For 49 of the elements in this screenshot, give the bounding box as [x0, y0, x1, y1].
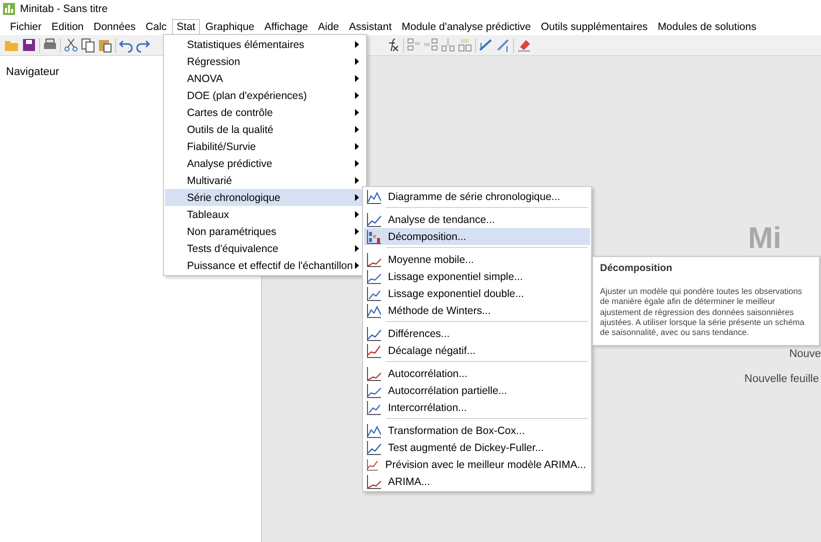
menu-item[interactable]: Calc	[140, 18, 172, 34]
menu-item[interactable]: Transformation de Box-Cox...	[364, 422, 590, 439]
menu-item[interactable]: Tableaux	[165, 206, 365, 223]
menu-item[interactable]: Stat	[172, 18, 200, 34]
menu-item[interactable]: DOE (plan d'expériences)	[165, 87, 365, 104]
menu-item[interactable]: Graphique	[200, 18, 260, 34]
menu-item[interactable]: Modules de solutions	[652, 18, 762, 34]
menu-item[interactable]: Décomposition...	[364, 228, 590, 245]
menu-item[interactable]: Prévision avec le meilleur modèle ARIMA...	[364, 456, 590, 473]
menu-item[interactable]: Outils de la qualité	[165, 121, 365, 138]
menu-item[interactable]: Décalage négatif...	[364, 342, 590, 359]
menu-item[interactable]: Module d'analyse prédictive	[396, 18, 536, 34]
start-link[interactable]: Nouvelle feuille	[744, 373, 819, 385]
tooltip-title: Décomposition	[600, 263, 674, 274]
menu-item[interactable]: Fichier	[5, 18, 47, 34]
menu-item[interactable]: Régression	[165, 53, 365, 70]
menu-item[interactable]: Tests d'équivalence	[165, 240, 365, 257]
menu-item[interactable]: Moyenne mobile...	[364, 251, 590, 268]
menu-item[interactable]: Diagramme de série chronologique...	[364, 188, 590, 205]
menu-item[interactable]: Affichage	[259, 18, 313, 34]
menu-item[interactable]: Fiabilité/Survie	[165, 138, 365, 155]
menu-item[interactable]: Analyse de tendance...	[364, 211, 590, 228]
navigator-title: Navigateur	[6, 66, 60, 78]
menu-item[interactable]: Données	[88, 18, 141, 34]
menu-item[interactable]: Puissance et effectif de l'échantillon	[165, 257, 365, 274]
menu-item[interactable]: Assistant	[344, 18, 397, 34]
start-link[interactable]: Nouve	[789, 348, 821, 360]
menu-item[interactable]: Autocorrélation partielle...	[364, 382, 590, 399]
window-title: Minitab - Sans titre	[20, 3, 108, 15]
menu-item[interactable]: Non paramétriques	[165, 223, 365, 240]
menu-item[interactable]: Cartes de contrôle	[165, 104, 365, 121]
menu-item[interactable]: Analyse prédictive	[165, 155, 365, 172]
menu-item[interactable]: Test augmenté de Dickey-Fuller...	[364, 439, 590, 456]
menu-item[interactable]: Série chronologique	[165, 189, 365, 206]
menu-item[interactable]: Intercorrélation...	[364, 399, 590, 416]
menu-item[interactable]: ARIMA...	[364, 473, 590, 490]
menu-item[interactable]: Autocorrélation...	[364, 365, 590, 382]
menu-item[interactable]: Multivarié	[165, 172, 365, 189]
menu-item[interactable]: Statistiques élémentaires	[165, 36, 365, 53]
menu-item[interactable]: Lissage exponentiel double...	[364, 285, 590, 302]
menu-item[interactable]: Méthode de Winters...	[364, 302, 590, 319]
tooltip-text: Ajuster un modèle qui pondère toutes les observations de manière égale afin de déterminer le meilleur ajustement de régression des données saisonnières ajustées. A utiliser lorsque la série présente un schéma de saisonnalité, avec ou sans tendance.	[600, 286, 806, 338]
menu-item[interactable]: Aide	[313, 18, 344, 34]
menu-item[interactable]: Outils supplémentaires	[536, 18, 653, 34]
logo-text: Mi	[748, 224, 782, 254]
menu-item[interactable]: Différences...	[364, 325, 590, 342]
menu-item[interactable]: Edition	[46, 18, 89, 34]
menu-item[interactable]: ANOVA	[165, 70, 365, 87]
menu-item[interactable]: Lissage exponentiel simple...	[364, 268, 590, 285]
